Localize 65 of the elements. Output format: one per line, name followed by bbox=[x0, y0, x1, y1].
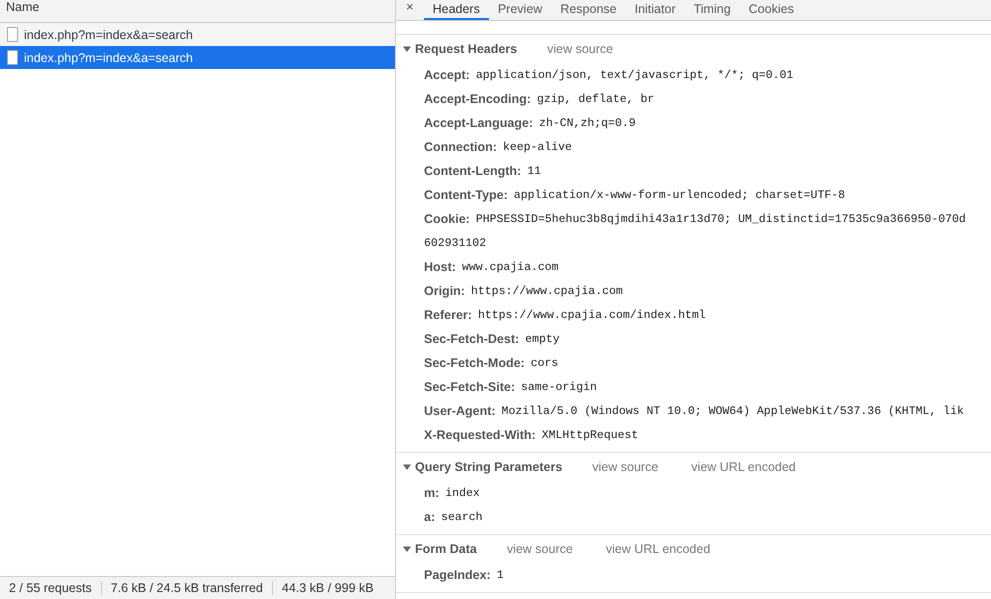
header-name: Sec-Fetch-Dest: bbox=[424, 332, 520, 346]
section-toggle[interactable]: Query String Parameters bbox=[403, 460, 562, 474]
header-value: https://www.cpajia.com bbox=[470, 284, 623, 298]
header-value: gzip, deflate, br bbox=[536, 92, 654, 106]
column-header[interactable]: Name bbox=[0, 0, 395, 23]
header-name: Sec-Fetch-Mode: bbox=[424, 356, 525, 370]
file-icon bbox=[7, 50, 18, 65]
header-value: same-origin bbox=[521, 380, 597, 394]
header-value: empty bbox=[525, 332, 560, 346]
header-value: cors bbox=[530, 356, 558, 370]
tab[interactable]: Headers bbox=[424, 0, 489, 20]
header-value: application/x-www-form-urlencoded; charset=UTF-8 bbox=[514, 188, 846, 202]
header-value: https://www.cpajia.com/index.html bbox=[478, 308, 706, 322]
header-value: zh-CN,zh;q=0.9 bbox=[539, 116, 636, 130]
view-link[interactable]: view URL encoded bbox=[606, 542, 710, 556]
triangle-down-icon bbox=[403, 463, 411, 471]
header-name: Cookie: bbox=[424, 212, 470, 226]
header-name: a: bbox=[424, 510, 436, 524]
header-name: Accept: bbox=[424, 68, 470, 82]
header-value: 1 bbox=[496, 568, 504, 582]
status-text: 44.3 kB / 999 kB bbox=[272, 581, 383, 595]
header-value: Mozilla/5.0 (Windows NT 10.0; WOW64) AppleWebKit/537.36 (KHTML, lik bbox=[502, 404, 964, 418]
header-value: XMLHttpRequest bbox=[542, 428, 638, 442]
section-toggle[interactable]: Form Data bbox=[403, 542, 477, 556]
view-link[interactable]: view source bbox=[592, 460, 658, 474]
header-value: application/json, text/javascript, */*; q=0.01 bbox=[476, 68, 794, 82]
close-button[interactable]: × bbox=[396, 0, 424, 13]
status-text: 7.6 kB / 24.5 kB transferred bbox=[100, 581, 272, 595]
header-value: keep-alive bbox=[502, 140, 572, 154]
header-name: Sec-Fetch-Site: bbox=[424, 380, 515, 394]
header-name: Content-Length: bbox=[424, 164, 522, 178]
header-name: X-Requested-With: bbox=[424, 428, 536, 442]
header-value: index bbox=[445, 486, 480, 500]
header-value: search bbox=[441, 510, 483, 524]
request-row[interactable]: index.php?m=index&a=search bbox=[0, 46, 395, 69]
header-name: Connection: bbox=[424, 140, 497, 154]
header-name: Origin: bbox=[424, 284, 465, 298]
view-link[interactable]: view source bbox=[547, 42, 614, 56]
view-link[interactable]: view source bbox=[506, 542, 573, 556]
request-row[interactable]: index.php?m=index&a=search bbox=[0, 23, 395, 46]
triangle-down-icon bbox=[403, 45, 411, 53]
header-name: PageIndex: bbox=[424, 568, 491, 582]
request-name: index.php?m=index&a=search bbox=[24, 50, 193, 64]
status-text: 2 / 55 requests bbox=[8, 581, 93, 595]
file-icon bbox=[7, 27, 18, 42]
header-name: Accept-Encoding: bbox=[424, 92, 531, 106]
header-name: m: bbox=[424, 486, 440, 500]
tab[interactable]: Preview bbox=[488, 0, 552, 20]
header-value: www.cpajia.com bbox=[462, 260, 559, 274]
tab[interactable]: Timing bbox=[684, 0, 740, 20]
tab[interactable]: Response bbox=[551, 0, 626, 20]
header-name: User-Agent: bbox=[424, 404, 496, 418]
header-name: Accept-Language: bbox=[424, 116, 534, 130]
triangle-down-icon bbox=[403, 545, 411, 553]
header-value: 602931102 bbox=[424, 236, 486, 250]
header-name: Content-Type: bbox=[424, 188, 508, 202]
section-toggle[interactable]: Request Headers bbox=[403, 42, 518, 56]
view-link[interactable]: view URL encoded bbox=[691, 460, 796, 474]
header-value: 11 bbox=[527, 164, 542, 178]
header-name: Host: bbox=[424, 260, 456, 274]
request-name: index.php?m=index&a=search bbox=[24, 28, 193, 42]
header-name: Referer: bbox=[424, 308, 472, 322]
tab[interactable]: Initiator bbox=[626, 0, 685, 20]
tab[interactable]: Cookies bbox=[740, 0, 803, 20]
header-value: PHPSESSID=5hehuc3b8qjmdihi43a1r13d70; UM_distinctid=17535c9a366950-070d bbox=[476, 212, 966, 226]
